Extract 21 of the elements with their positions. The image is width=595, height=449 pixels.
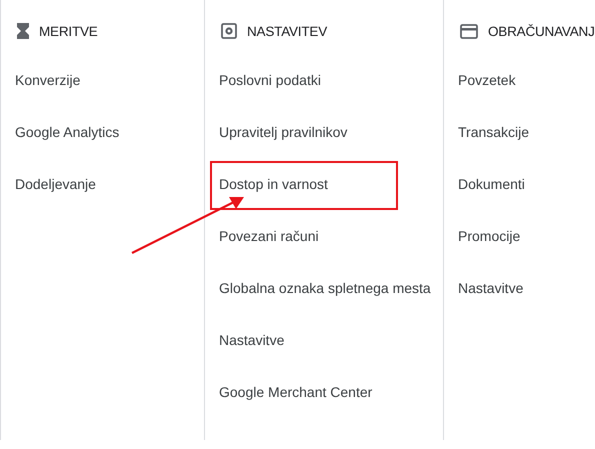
menu-link[interactable]: Nastavitve bbox=[219, 332, 284, 348]
menu-link[interactable]: Povezani računi bbox=[219, 228, 319, 244]
menu-link[interactable]: Upravitelj pravilnikov bbox=[219, 124, 348, 140]
menu-link[interactable]: Google Merchant Center bbox=[219, 384, 372, 400]
menu-link[interactable]: Dodeljevanje bbox=[15, 176, 96, 192]
hourglass-icon bbox=[17, 23, 29, 39]
menu-link[interactable]: Globalna oznaka spletnega mesta bbox=[219, 280, 431, 296]
credit-card-icon bbox=[460, 24, 478, 38]
section-title: OBRAČUNAVANJ bbox=[488, 24, 595, 38]
menu-link[interactable]: Konverzije bbox=[15, 72, 80, 88]
section-title: NASTAVITEV bbox=[247, 24, 328, 38]
menu-link[interactable]: Promocije bbox=[458, 228, 520, 244]
menu-link[interactable]: Povzetek bbox=[458, 72, 516, 88]
menu-link[interactable]: Transakcije bbox=[458, 124, 530, 140]
menu-link[interactable]: Poslovni podatki bbox=[219, 72, 321, 88]
menu-link[interactable]: Dokumenti bbox=[458, 176, 525, 192]
menu-link[interactable]: Dostop in varnost bbox=[219, 176, 328, 192]
menu-link[interactable]: Nastavitve bbox=[458, 280, 524, 296]
section-title: MERITVE bbox=[39, 24, 98, 38]
settings-icon bbox=[221, 23, 237, 39]
menu-link[interactable]: Google Analytics bbox=[15, 124, 120, 140]
